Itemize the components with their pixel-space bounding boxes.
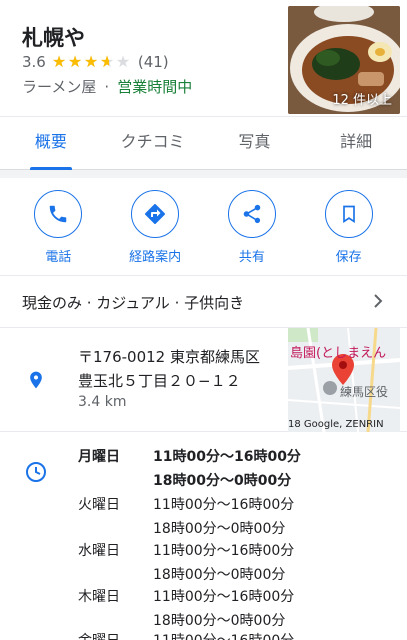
hours-day: 水曜日 (78, 543, 120, 559)
star-icon: ★★ (67, 52, 83, 71)
tab-bar: 概要 クチコミ 写真 詳細 (0, 116, 407, 170)
rating-row[interactable]: 3.6 ★★★★★★★★★★ (41) (22, 53, 169, 71)
star-icon: ★★ (99, 52, 115, 71)
location-pin-icon (30, 371, 42, 389)
save-label: 保存 (335, 250, 362, 265)
hours-day: 金曜日 (78, 630, 148, 640)
hours-slot: 18時00分～0時00分 (153, 473, 292, 489)
hours-slot: 11時00分～16時00分 (153, 630, 294, 640)
call-circle (34, 190, 83, 238)
attributes-row[interactable]: 現金のみ · カジュアル · 子供向き (0, 276, 407, 328)
directions-label: 経路案内 (129, 250, 182, 265)
hero-photo[interactable]: 12 件以上 (288, 6, 400, 114)
hours-day: 火曜日 (78, 497, 120, 513)
hours-slot: 11時00分～16時00分 (153, 543, 295, 559)
call-button[interactable]: 電話 (18, 178, 98, 275)
share-label: 共有 (238, 250, 265, 265)
chevron-right-icon (374, 294, 383, 308)
distance-label: 3.4 km (78, 394, 127, 410)
hours-slot: 18時00分～0時00分 (153, 567, 286, 583)
address-line2: 豊玉北５丁目２０−１２ (78, 372, 241, 390)
tab-overview[interactable]: 概要 (0, 117, 102, 170)
category-row: ラーメン屋 · 営業時間中 (22, 76, 192, 97)
rating-value: 3.6 (22, 53, 46, 71)
save-circle (324, 190, 373, 238)
directions-circle (131, 190, 180, 238)
star-icon: ★★ (83, 52, 99, 71)
hours-day: 木曜日 (78, 589, 120, 605)
directions-button[interactable]: 経路案内 (115, 178, 195, 275)
star-icon: ★★ (115, 52, 131, 71)
hours-day: 月曜日 (78, 449, 120, 465)
separator-dot: · (104, 77, 110, 96)
star-icon: ★★ (51, 52, 67, 71)
place-title: 札幌や (22, 26, 85, 50)
address-line1: 〒176-0012 東京都練馬区 (78, 348, 260, 366)
save-button[interactable]: 保存 (309, 178, 389, 275)
review-count: (41) (137, 53, 169, 71)
photo-count: 12 件以上 (332, 93, 392, 108)
hours-slot: 18時00分～0時00分 (153, 521, 286, 537)
bookmark-icon (342, 205, 355, 224)
share-circle (227, 190, 276, 238)
map-poi-label: 島園(としまえん (290, 346, 387, 361)
map-thumbnail[interactable]: 島園(としまえん 練馬区役 18 Google, ZENRIN (288, 328, 400, 432)
open-status: 営業時間中 (117, 78, 193, 96)
tab-about[interactable]: 詳細 (305, 117, 407, 169)
action-buttons: 電話 経路案内 共有 保存 (0, 178, 407, 276)
tab-photos[interactable]: 写真 (204, 117, 306, 169)
map-ward-label: 練馬区役 (340, 385, 389, 399)
address-row[interactable]: 〒176-0012 東京都練馬区 豊玉北５丁目２０−１２ 3.4 km 島園(と… (0, 328, 407, 432)
call-label: 電話 (45, 250, 72, 265)
hours-slot: 11時00分～16時00分 (153, 589, 295, 605)
category-label: ラーメン屋 (22, 78, 97, 96)
star-rating: ★★★★★★★★★★ (52, 54, 132, 70)
hours-slot: 11時00分～16時00分 (153, 497, 295, 513)
place-header: 札幌や 3.6 ★★★★★★★★★★ (41) ラーメン屋 · 営業時間中 12… (0, 0, 407, 116)
share-button[interactable]: 共有 (212, 178, 292, 275)
share-icon (243, 204, 261, 224)
map-credit: 18 Google, ZENRIN (288, 419, 384, 430)
directions-icon (145, 204, 166, 224)
section-divider (0, 170, 407, 178)
phone-icon (50, 205, 67, 223)
hours-slot: 11時00分～16時00分 (153, 449, 301, 465)
hours-section[interactable]: 月曜日 11時00分～16時00分 18時00分～0時00分 火曜日 11時00… (0, 432, 407, 640)
clock-icon (26, 462, 46, 482)
tab-reviews[interactable]: クチコミ (102, 117, 204, 169)
attributes-text: 現金のみ · カジュアル · 子供向き (22, 294, 245, 312)
hours-slot: 18時00分～0時00分 (153, 613, 286, 629)
